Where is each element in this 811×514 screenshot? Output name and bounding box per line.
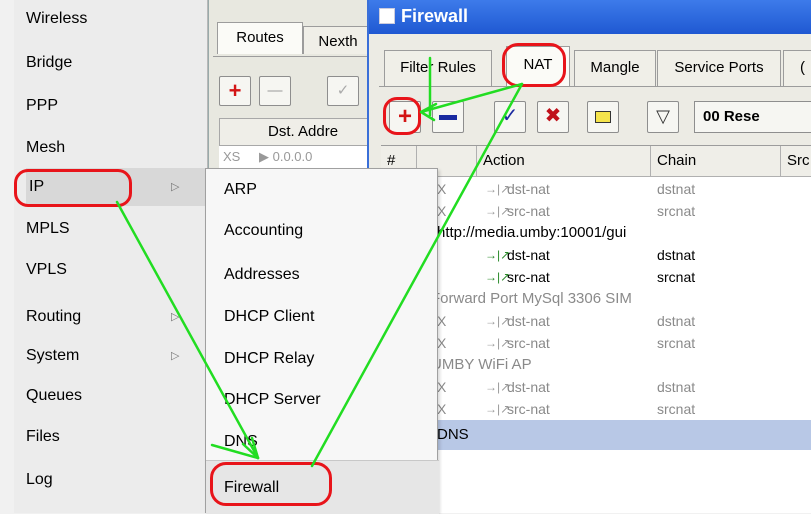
arrow-ip-to-firewall <box>115 200 260 460</box>
arrow-firewall-to-nat <box>310 82 524 468</box>
annotation-arrows <box>115 56 524 468</box>
arrow-nat-to-add <box>419 82 524 114</box>
arrow-add-head <box>419 102 438 122</box>
